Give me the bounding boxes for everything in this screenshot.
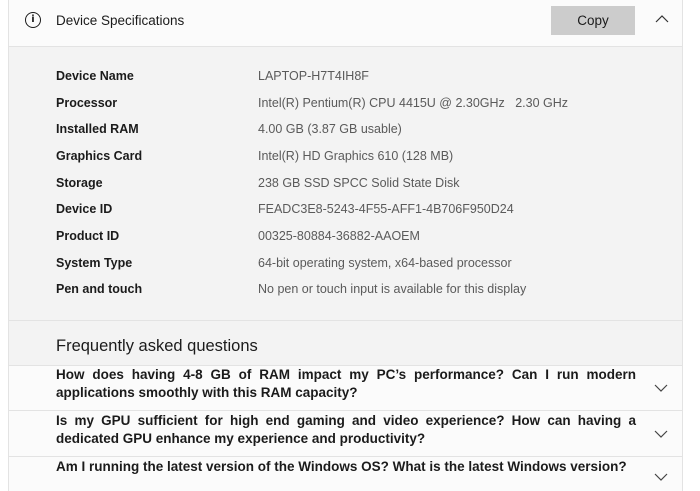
spec-value: 00325-80884-36882-AAOEM [258, 229, 420, 243]
faq-section: Frequently asked questions [8, 320, 683, 365]
spec-row-system-type: System Type 64-bit operating system, x64… [56, 256, 656, 276]
faq-title: Frequently asked questions [56, 337, 258, 355]
chevron-up-icon[interactable] [654, 13, 670, 25]
spec-value: 64-bit operating system, x64-based proce… [258, 256, 512, 270]
chevron-down-icon[interactable] [654, 383, 668, 393]
info-icon: i [25, 12, 41, 28]
copy-button[interactable]: Copy [551, 6, 635, 35]
spec-value: FEADC3E8-5243-4F55-AFF1-4B706F950D24 [258, 202, 514, 216]
spec-value: Intel(R) Pentium(R) CPU 4415U @ 2.30GHz … [258, 96, 569, 110]
spec-value: No pen or touch input is available for t… [258, 282, 527, 296]
spec-label: Product ID [56, 229, 120, 243]
spec-row-storage: Storage 238 GB SSD SPCC Solid State Disk [56, 176, 656, 196]
faq-item[interactable]: Am I running the latest version of the W… [8, 456, 683, 491]
chevron-down-icon[interactable] [654, 429, 668, 439]
faq-question: How does having 4-8 GB of RAM impact my … [56, 367, 636, 400]
spec-row-product-id: Product ID 00325-80884-36882-AAOEM [56, 229, 656, 249]
spec-value: LAPTOP-H7T4IH8F [258, 69, 369, 83]
spec-row-device-id: Device ID FEADC3E8-5243-4F55-AFF1-4B706F… [56, 202, 656, 222]
spec-label: Device ID [56, 202, 113, 216]
faq-question: Am I running the latest version of the W… [56, 459, 627, 474]
faq-question: Is my GPU sufficient for high end gaming… [56, 413, 636, 446]
spec-label: Storage [56, 176, 103, 190]
spec-label: Graphics Card [56, 149, 143, 163]
spec-label: System Type [56, 256, 133, 270]
spec-row-graphics-card: Graphics Card Intel(R) HD Graphics 610 (… [56, 149, 656, 169]
faq-item[interactable]: Is my GPU sufficient for high end gaming… [8, 410, 683, 457]
spec-row-processor: Processor Intel(R) Pentium(R) CPU 4415U … [56, 96, 656, 116]
chevron-down-icon[interactable] [654, 472, 668, 482]
specs-header[interactable]: i Device Specifications Copy [8, 0, 683, 47]
spec-value: Intel(R) HD Graphics 610 (128 MB) [258, 149, 454, 163]
spec-row-installed-ram: Installed RAM 4.00 GB (3.87 GB usable) [56, 122, 656, 142]
spec-value: 238 GB SSD SPCC Solid State Disk [258, 176, 460, 190]
spec-label: Processor [56, 96, 118, 110]
spec-label: Device Name [56, 69, 134, 83]
specs-list: Device Name LAPTOP-H7T4IH8F Processor In… [8, 47, 683, 321]
specs-title: Device Specifications [56, 13, 185, 28]
spec-label: Pen and touch [56, 282, 143, 296]
spec-row-device-name: Device Name LAPTOP-H7T4IH8F [56, 69, 656, 89]
spec-value: 4.00 GB (3.87 GB usable) [258, 122, 402, 136]
faq-item[interactable]: How does having 4-8 GB of RAM impact my … [8, 365, 683, 411]
spec-row-pen-and-touch: Pen and touch No pen or touch input is a… [56, 282, 656, 302]
spec-label: Installed RAM [56, 122, 139, 136]
